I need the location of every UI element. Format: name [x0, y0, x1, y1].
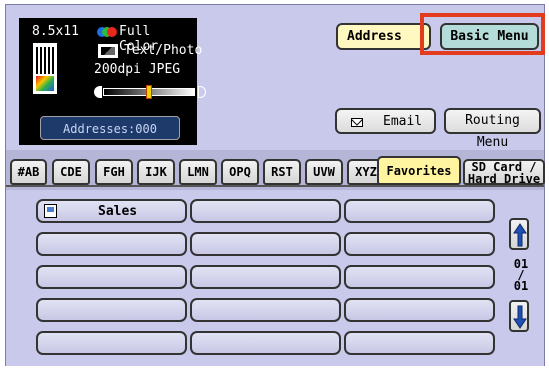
tab-favorites[interactable]: Favorites [377, 156, 461, 185]
destination-sales[interactable]: Sales [36, 199, 187, 223]
destination-slot[interactable] [344, 199, 495, 223]
density-slider [94, 85, 206, 99]
destination-slot[interactable] [36, 265, 187, 289]
page-indicator: 01 / 01 [511, 258, 531, 293]
destination-slot[interactable] [190, 265, 341, 289]
tab-fgh[interactable]: FGH [95, 159, 133, 185]
tab-sd-line2: Hard Drive [467, 172, 541, 186]
destination-slot[interactable] [190, 331, 341, 355]
email-button[interactable]: Email [335, 108, 436, 134]
highlight-box [420, 13, 545, 55]
email-button-label: Email [383, 114, 423, 129]
destination-slot[interactable] [190, 232, 341, 256]
address-book-button[interactable]: Address Boo [336, 23, 431, 50]
image-mode-icon [98, 44, 118, 58]
routing-menu-button[interactable]: Routing Menu [444, 108, 541, 150]
density-light-end-icon [94, 86, 102, 98]
page-total: 01 [513, 279, 529, 293]
image-mode-label: Text/Photo [124, 43, 203, 58]
destination-slot[interactable] [344, 298, 495, 322]
tab-divider [6, 185, 544, 187]
resolution-format-label: 200dpi JPEG [94, 62, 181, 77]
scan-settings-panel: 8.5x11 Full Color Text/Photo 200dpi JPEG… [19, 18, 206, 145]
divider [5, 366, 545, 368]
tab-sd-card-hard-drive[interactable]: SD Card / Hard Drive [463, 159, 545, 185]
paper-size: 8.5x11 [32, 24, 79, 39]
density-indicator [146, 85, 152, 99]
tab-uvw[interactable]: UVW [305, 159, 343, 185]
tab-ijk[interactable]: IJK [137, 159, 175, 185]
destination-slot[interactable] [190, 199, 341, 223]
document-preview-icon [33, 43, 57, 94]
addresses-count: Addresses:000 [40, 116, 180, 140]
color-mode-icon [97, 27, 117, 37]
tab-opq[interactable]: OPQ [221, 159, 259, 185]
destination-slot[interactable] [344, 265, 495, 289]
destination-slot[interactable] [36, 232, 187, 256]
destination-slot[interactable] [344, 331, 495, 355]
computer-icon [44, 204, 57, 218]
tab-rst[interactable]: RST [263, 159, 301, 185]
destination-label: Sales [98, 204, 138, 219]
tab-lmn[interactable]: LMN [179, 159, 217, 185]
scroll-up-button[interactable] [509, 218, 529, 250]
destination-slot[interactable] [344, 232, 495, 256]
destination-slot[interactable] [190, 298, 341, 322]
tab-ab[interactable]: #AB [10, 159, 47, 185]
arrow-up-icon [513, 223, 527, 247]
scroll-down-button[interactable] [509, 300, 529, 332]
tab-cde[interactable]: CDE [52, 159, 90, 185]
envelope-icon [351, 118, 363, 127]
destination-slot[interactable] [36, 331, 187, 355]
destination-slot[interactable] [36, 298, 187, 322]
arrow-down-icon [513, 305, 527, 329]
